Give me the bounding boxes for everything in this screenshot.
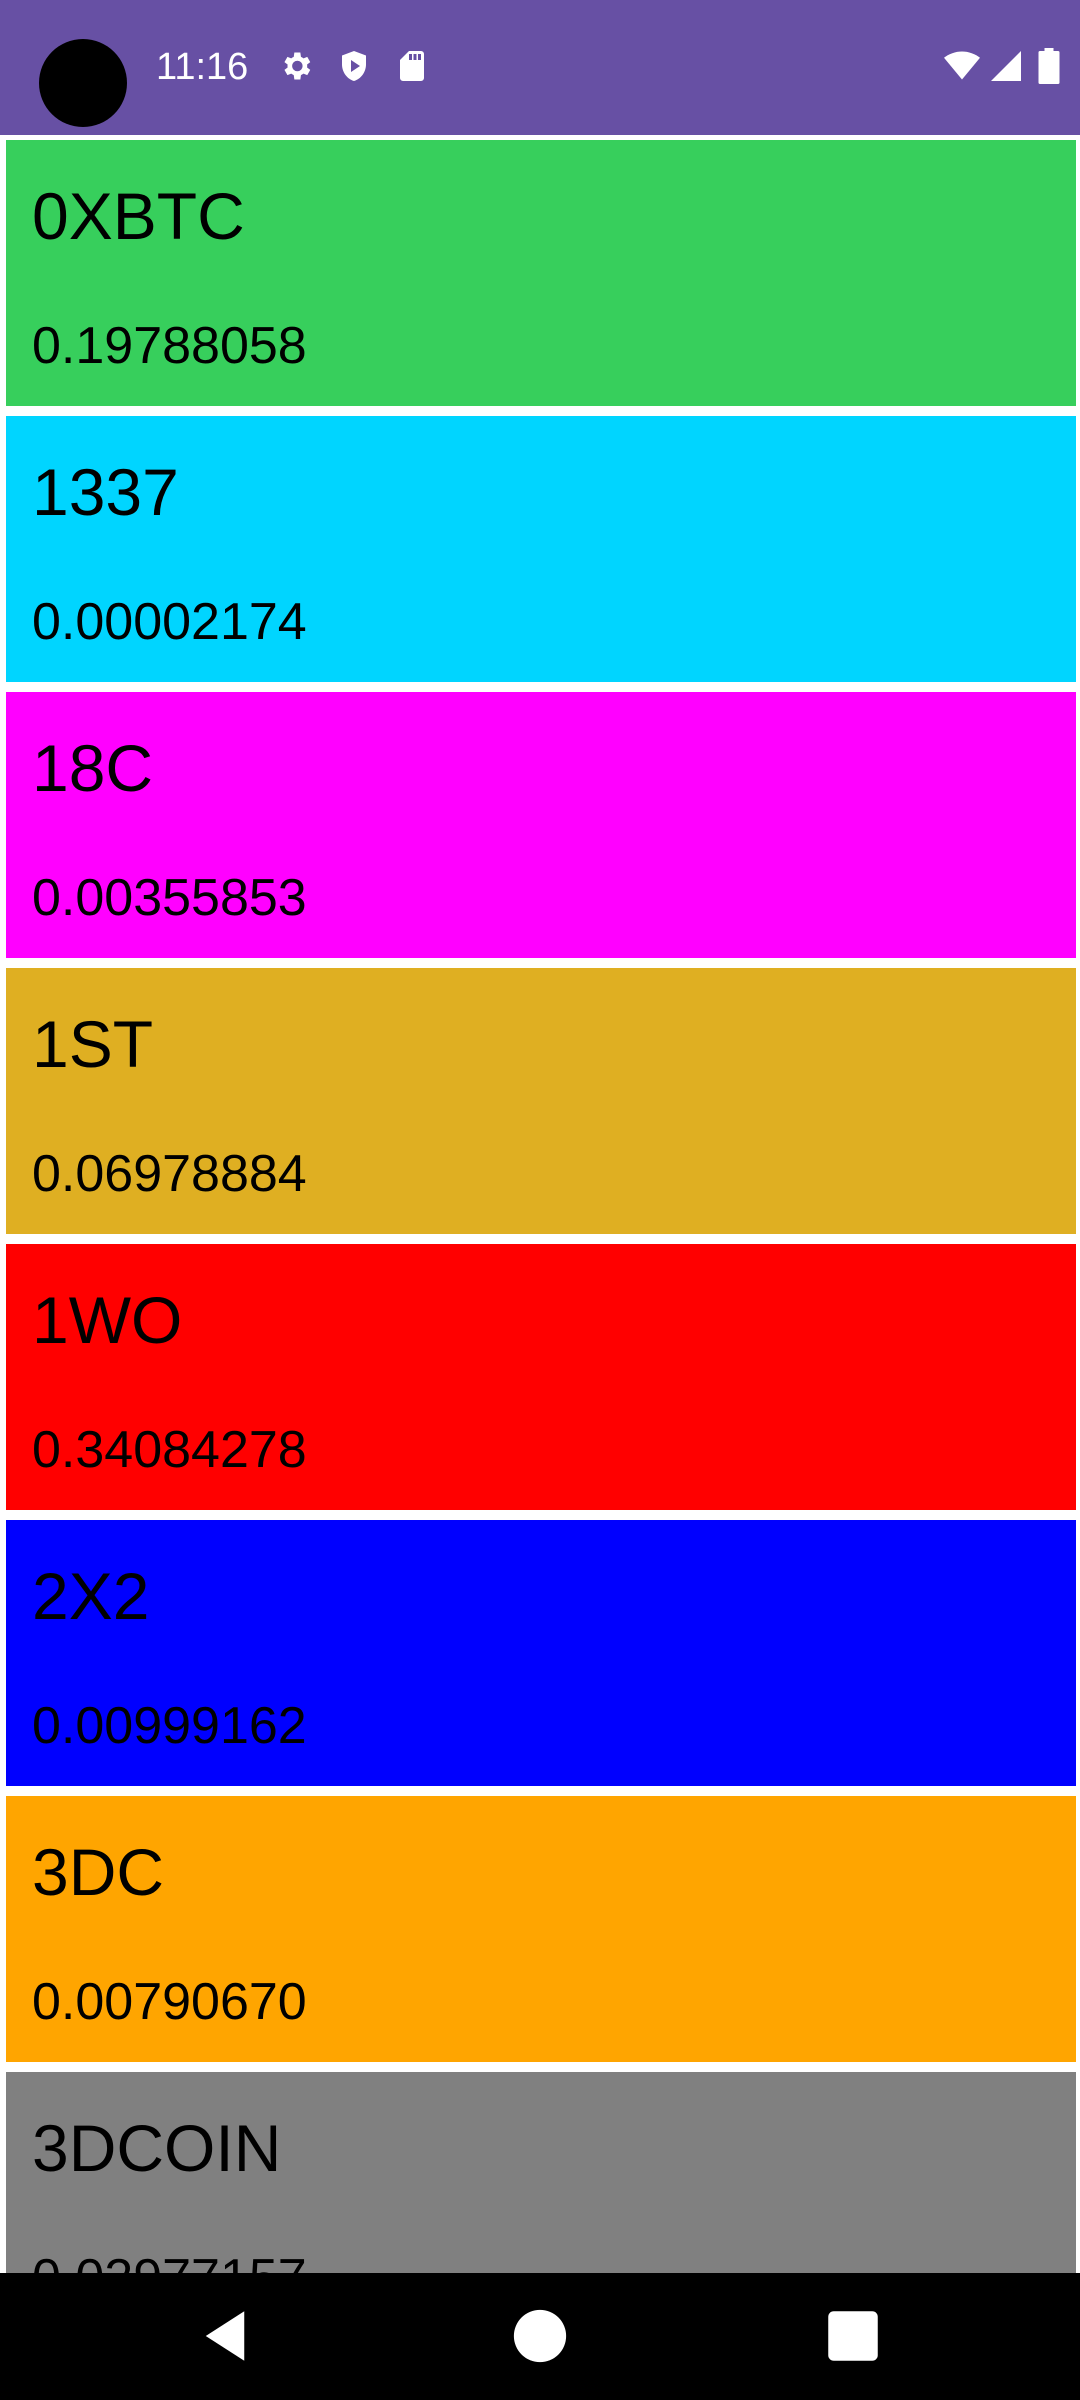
home-icon[interactable] [507,2303,573,2369]
battery-icon [1036,48,1062,84]
navigation-bar [0,2273,1080,2400]
coin-price: 0.19788058 [32,317,307,375]
coin-price: 0.00355853 [32,869,307,927]
coin-price: 0.02977157 [32,2248,307,2273]
coin-card-0xbtc[interactable]: 0XBTC 0.19788058 [6,140,1076,406]
coin-symbol: 1WO [32,1283,183,1357]
back-icon[interactable] [192,2303,258,2369]
cell-signal-icon [988,48,1024,84]
recents-icon[interactable] [820,2303,886,2369]
coin-price: 0.06978884 [32,1145,307,1203]
coin-card-3dc[interactable]: 3DC 0.00790670 [6,1796,1076,2062]
coin-symbol: 3DCOIN [32,2111,282,2185]
coin-price: 0.34084278 [32,1421,307,1479]
wifi-icon [942,48,982,84]
coin-card-2x2[interactable]: 2X2 0.00999162 [6,1520,1076,1786]
coin-card-18c[interactable]: 18C 0.00355853 [6,692,1076,958]
coin-card-1wo[interactable]: 1WO 0.34084278 [6,1244,1076,1510]
coin-price: 0.00790670 [32,1973,307,2031]
coin-list[interactable]: 0XBTC 0.19788058 1337 0.00002174 18C 0.0… [0,135,1080,2273]
coin-symbol: 3DC [32,1835,165,1909]
settings-gear-icon [278,48,314,84]
coin-card-1337[interactable]: 1337 0.00002174 [6,416,1076,682]
coin-price: 0.00002174 [32,593,307,651]
coin-card-1st[interactable]: 1ST 0.06978884 [6,968,1076,1234]
coin-symbol: 1ST [32,1007,154,1081]
shield-icon [336,48,372,84]
coin-card-3dcoin[interactable]: 3DCOIN 0.02977157 [6,2072,1076,2273]
camera-cutout [39,39,127,127]
status-bar: 11:16 [0,0,1080,135]
coin-symbol: 18C [32,731,154,805]
sd-card-icon [394,48,430,84]
coin-price: 0.00999162 [32,1697,307,1755]
coin-symbol: 0XBTC [32,179,245,253]
coin-symbol: 1337 [32,455,179,529]
status-time: 11:16 [156,46,249,88]
coin-symbol: 2X2 [32,1559,150,1633]
